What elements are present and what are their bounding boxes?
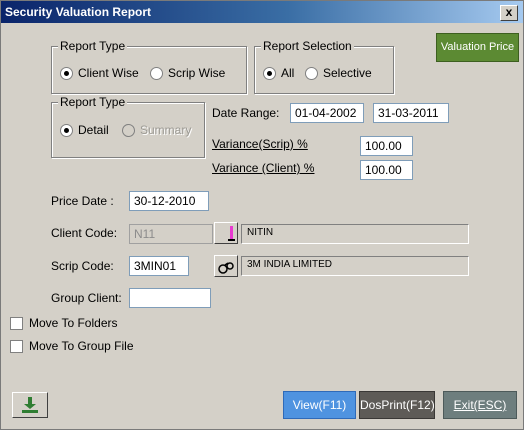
radio-scrip-wise[interactable]: Scrip Wise bbox=[150, 66, 225, 80]
report-type-group: Report Type Client Wise Scrip Wise bbox=[51, 39, 247, 94]
security-valuation-window: Security Valuation Report x Report Type … bbox=[0, 0, 524, 430]
radio-dot bbox=[263, 66, 276, 80]
group-client-label: Group Client: bbox=[51, 291, 122, 305]
exit-label: Exit(ESC) bbox=[453, 398, 507, 412]
report-selection-group: Report Selection All Selective bbox=[254, 39, 394, 94]
variance-scrip-input[interactable]: 100.00 bbox=[360, 136, 413, 156]
checkbox-label: Move To Group File bbox=[29, 339, 134, 353]
view-button[interactable]: View(F11) bbox=[283, 391, 356, 419]
report-detail-group: Report Type Detail Summary bbox=[51, 95, 205, 158]
radio-dot bbox=[150, 66, 163, 80]
radio-summary[interactable]: Summary bbox=[122, 123, 191, 137]
client-code-label: Client Code: bbox=[51, 226, 118, 240]
checkbox-box bbox=[10, 339, 23, 353]
radio-dot bbox=[122, 123, 135, 137]
client-name-field: NITIN bbox=[241, 224, 469, 244]
radio-client-wise[interactable]: Client Wise bbox=[60, 66, 139, 80]
date-from-input[interactable]: 01-04-2002 bbox=[290, 103, 364, 123]
scrip-name-field: 3M INDIA LIMITED bbox=[241, 256, 469, 276]
radio-selective[interactable]: Selective bbox=[305, 66, 372, 80]
checkbox-label: Move To Folders bbox=[29, 316, 118, 330]
scrip-code-label: Scrip Code: bbox=[51, 259, 114, 273]
price-date-input[interactable]: 30-12-2010 bbox=[129, 191, 209, 211]
scrip-code-input[interactable]: 3MIN01 bbox=[129, 256, 189, 276]
radio-label: Summary bbox=[140, 123, 192, 137]
download-icon bbox=[22, 397, 38, 413]
move-to-folders-checkbox[interactable]: Move To Folders bbox=[10, 316, 117, 330]
client-lookup-button[interactable] bbox=[214, 222, 238, 244]
exit-button[interactable]: Exit(ESC) bbox=[443, 391, 517, 419]
radio-label: All bbox=[281, 66, 295, 80]
checkbox-box bbox=[10, 316, 23, 330]
radio-all[interactable]: All bbox=[263, 66, 294, 80]
variance-client-input[interactable]: 100.00 bbox=[360, 160, 413, 180]
close-button[interactable]: x bbox=[500, 5, 518, 21]
report-type-legend: Report Type bbox=[58, 39, 128, 53]
radio-detail[interactable]: Detail bbox=[60, 123, 109, 137]
date-to-input[interactable]: 31-03-2011 bbox=[373, 103, 449, 123]
radio-dot bbox=[60, 123, 73, 137]
radio-dot bbox=[305, 66, 318, 80]
window-title: Security Valuation Report bbox=[5, 5, 152, 19]
move-to-group-file-checkbox[interactable]: Move To Group File bbox=[10, 339, 134, 353]
close-icon: x bbox=[505, 5, 513, 19]
radio-label: Selective bbox=[323, 66, 372, 80]
binoculars-icon bbox=[218, 262, 234, 274]
variance-scrip-label: Variance(Scrip) % bbox=[212, 137, 308, 151]
variance-client-label: Variance (Client) % bbox=[212, 161, 315, 175]
valuation-price-button[interactable]: Valuation Price bbox=[436, 33, 519, 62]
radio-label: Detail bbox=[78, 123, 109, 137]
report-type-legend: Report Type bbox=[58, 95, 128, 109]
download-button[interactable] bbox=[12, 392, 48, 418]
group-client-input[interactable] bbox=[129, 288, 211, 308]
client-code-input[interactable]: N11 bbox=[129, 224, 213, 244]
radio-label: Client Wise bbox=[78, 66, 139, 80]
price-date-label: Price Date : bbox=[51, 194, 114, 208]
lookup-icon bbox=[228, 226, 235, 241]
dosprint-button[interactable]: DosPrint(F12) bbox=[359, 391, 435, 419]
radio-dot bbox=[60, 66, 73, 80]
radio-label: Scrip Wise bbox=[168, 66, 226, 80]
date-range-label: Date Range: bbox=[212, 106, 280, 120]
scrip-lookup-button[interactable] bbox=[214, 255, 238, 277]
title-bar: Security Valuation Report x bbox=[1, 1, 523, 23]
report-selection-legend: Report Selection bbox=[261, 39, 354, 53]
